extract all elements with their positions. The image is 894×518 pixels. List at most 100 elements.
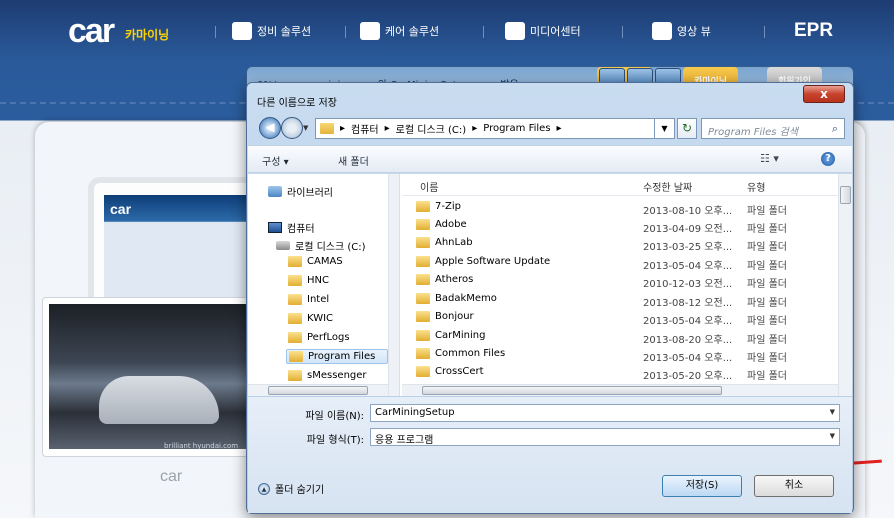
nav-folder-camas[interactable]: CAMAS xyxy=(288,256,343,267)
folder-icon xyxy=(416,293,430,304)
table-row[interactable]: Apple Software Update 2013-05-04 오후... 파일 … xyxy=(402,253,838,272)
dialog-content: 라이브러리 컴퓨터 로컬 디스크 (C:) CAMAS HNC Intel KW… xyxy=(248,174,852,396)
document-edit-icon xyxy=(360,22,380,40)
nav-separator xyxy=(622,26,623,38)
column-type[interactable]: 유형 xyxy=(747,179,765,194)
folder-icon xyxy=(288,370,302,381)
address-dropdown-icon[interactable]: ▼ xyxy=(655,118,675,139)
car-caption: brilliant hyundai.com xyxy=(164,442,239,450)
tablet-logo: car xyxy=(110,201,132,217)
table-row[interactable]: Bonjour 2013-05-04 오후... 파일 폴더 xyxy=(402,308,838,327)
view-options-icon[interactable]: ☷ ▾ xyxy=(760,152,779,165)
nav-separator xyxy=(215,26,216,38)
navigation-hscroll-thumb[interactable] xyxy=(268,386,368,395)
filetype-select[interactable]: 응용 프로그램 ▼ xyxy=(370,428,840,446)
folder-icon xyxy=(288,256,302,267)
nav-folder-intel[interactable]: Intel xyxy=(288,294,329,305)
file-list-scrollbar[interactable] xyxy=(838,174,852,396)
folder-icon xyxy=(288,275,302,286)
history-dropdown-icon[interactable]: ▼ xyxy=(303,124,308,132)
filetype-dropdown-icon[interactable]: ▼ xyxy=(830,432,835,440)
breadcrumb-computer[interactable]: 컴퓨터 xyxy=(351,121,379,136)
folder-icon xyxy=(288,294,302,305)
dialog-close-button[interactable]: x xyxy=(803,85,845,103)
folder-icon xyxy=(288,332,302,343)
collapse-icon: ▲ xyxy=(258,482,270,495)
computer-icon xyxy=(268,222,282,233)
nav-library[interactable]: 라이브러리 xyxy=(268,184,333,199)
table-row[interactable]: BadakMemo 2013-08-12 오전... 파일 폴더 xyxy=(402,290,838,309)
address-row: ◀ ▶ ▼ ▸ 컴퓨터 ▸ 로컬 디스크 (C:) ▸ Program File… xyxy=(255,115,845,141)
site-header: car 카마이닝 정비 솔루션 케어 솔루션 미디어센터 영상 뷰 EPR xyxy=(0,0,894,62)
car-image xyxy=(99,376,219,424)
filename-dropdown-icon[interactable]: ▼ xyxy=(830,408,835,416)
refresh-icon[interactable]: ↻ xyxy=(677,118,697,139)
table-row[interactable]: Common Files 2013-05-04 오후... 파일 폴더 xyxy=(402,345,838,364)
nav-folder-program-files[interactable]: Program Files xyxy=(286,349,388,364)
folder-icon xyxy=(416,274,430,285)
file-list-scroll-thumb[interactable] xyxy=(840,186,851,204)
nav-separator xyxy=(483,26,484,38)
folder-icon xyxy=(416,311,430,322)
folder-icon xyxy=(416,348,430,359)
breadcrumb-local-disk[interactable]: 로컬 디스크 (C:) xyxy=(396,121,467,136)
cancel-button[interactable]: 취소 xyxy=(754,475,834,497)
nav-item-maintenance[interactable]: 정비 솔루션 xyxy=(232,22,311,40)
nav-folder-kwic[interactable]: KWIC xyxy=(288,313,333,324)
folder-icon xyxy=(416,219,430,230)
help-icon[interactable]: ? xyxy=(821,152,835,166)
folder-icon xyxy=(416,201,430,212)
nav-computer[interactable]: 컴퓨터 xyxy=(268,220,315,235)
navigation-pane: 라이브러리 컴퓨터 로컬 디스크 (C:) CAMAS HNC Intel KW… xyxy=(248,174,400,396)
file-list-hscrollbar[interactable] xyxy=(402,384,838,396)
save-button[interactable]: 저장(S) xyxy=(662,475,742,497)
new-folder-button[interactable]: 새 폴더 xyxy=(338,153,369,168)
filename-input[interactable]: CarMiningSetup ▼ xyxy=(370,404,840,422)
disk-icon xyxy=(276,241,290,250)
table-row[interactable]: CrossCert 2013-05-20 오후... 파일 폴더 xyxy=(402,363,838,382)
breadcrumb-program-files[interactable]: Program Files xyxy=(483,123,550,134)
gears-icon xyxy=(232,22,252,40)
column-date[interactable]: 수정한 날짜 xyxy=(643,179,692,194)
nav-folder-perflogs[interactable]: PerfLogs xyxy=(288,332,350,343)
media-icon xyxy=(505,22,525,40)
back-button[interactable]: ◀ xyxy=(259,117,281,139)
search-icon[interactable]: ⌕ xyxy=(832,122,838,136)
nav-separator xyxy=(764,26,765,38)
file-list-hscroll-thumb[interactable] xyxy=(422,386,722,395)
folder-icon xyxy=(416,237,430,248)
site-logo[interactable]: car xyxy=(68,14,115,48)
filename-label: 파일 이름(N): xyxy=(305,411,364,422)
nav-item-care[interactable]: 케어 솔루션 xyxy=(360,22,439,40)
search-input[interactable]: Program Files 검색 ⌕ xyxy=(701,118,845,139)
table-row[interactable]: CarMining 2013-08-20 오후... 파일 폴더 xyxy=(402,327,838,346)
organize-button[interactable]: 구성 ▾ xyxy=(262,153,289,168)
column-name[interactable]: 이름 xyxy=(420,179,438,194)
table-row[interactable]: 7-Zip 2013-08-10 오후... 파일 폴더 xyxy=(402,198,838,217)
dialog-title: 다른 이름으로 저장 xyxy=(257,98,337,109)
nav-item-media[interactable]: 미디어센터 xyxy=(505,22,581,40)
table-row[interactable]: AhnLab 2013-03-25 오후... 파일 폴더 xyxy=(402,234,838,253)
forward-button[interactable]: ▶ xyxy=(281,117,303,139)
nav-item-video[interactable]: 영상 뷰 xyxy=(652,22,711,40)
table-row[interactable]: Atheros 2010-12-03 오전... 파일 폴더 xyxy=(402,271,838,290)
file-list-header: 이름 수정한 날짜 유형 xyxy=(402,174,838,196)
navigation-scrollbar[interactable] xyxy=(388,174,399,396)
monitor-logo: car xyxy=(160,468,183,485)
monitor-image: brilliant hyundai.com xyxy=(42,297,254,457)
nav-folder-hnc[interactable]: HNC xyxy=(288,275,329,286)
hide-folders-toggle[interactable]: ▲ 폴더 숨기기 xyxy=(258,481,324,496)
folder-icon xyxy=(416,256,430,267)
nav-separator xyxy=(345,26,346,38)
table-row[interactable]: Adobe 2013-04-09 오전... 파일 폴더 xyxy=(402,216,838,235)
folder-icon xyxy=(288,313,302,324)
site-logo-sub[interactable]: 카마이닝 xyxy=(125,26,169,43)
dialog-toolbar: 구성 ▾ 새 폴더 ☷ ▾ ? xyxy=(248,145,852,173)
nav-local-disk[interactable]: 로컬 디스크 (C:) xyxy=(276,238,366,253)
folder-icon xyxy=(416,366,430,377)
address-bar[interactable]: ▸ 컴퓨터 ▸ 로컬 디스크 (C:) ▸ Program Files ▸ xyxy=(315,118,655,139)
nav-folder-smessenger[interactable]: sMessenger xyxy=(288,370,367,381)
video-icon xyxy=(652,22,672,40)
nav-item-epr[interactable]: EPR xyxy=(794,20,833,42)
save-as-dialog: 다른 이름으로 저장 x ◀ ▶ ▼ ▸ 컴퓨터 ▸ 로컬 디스크 (C:) ▸… xyxy=(246,82,854,514)
